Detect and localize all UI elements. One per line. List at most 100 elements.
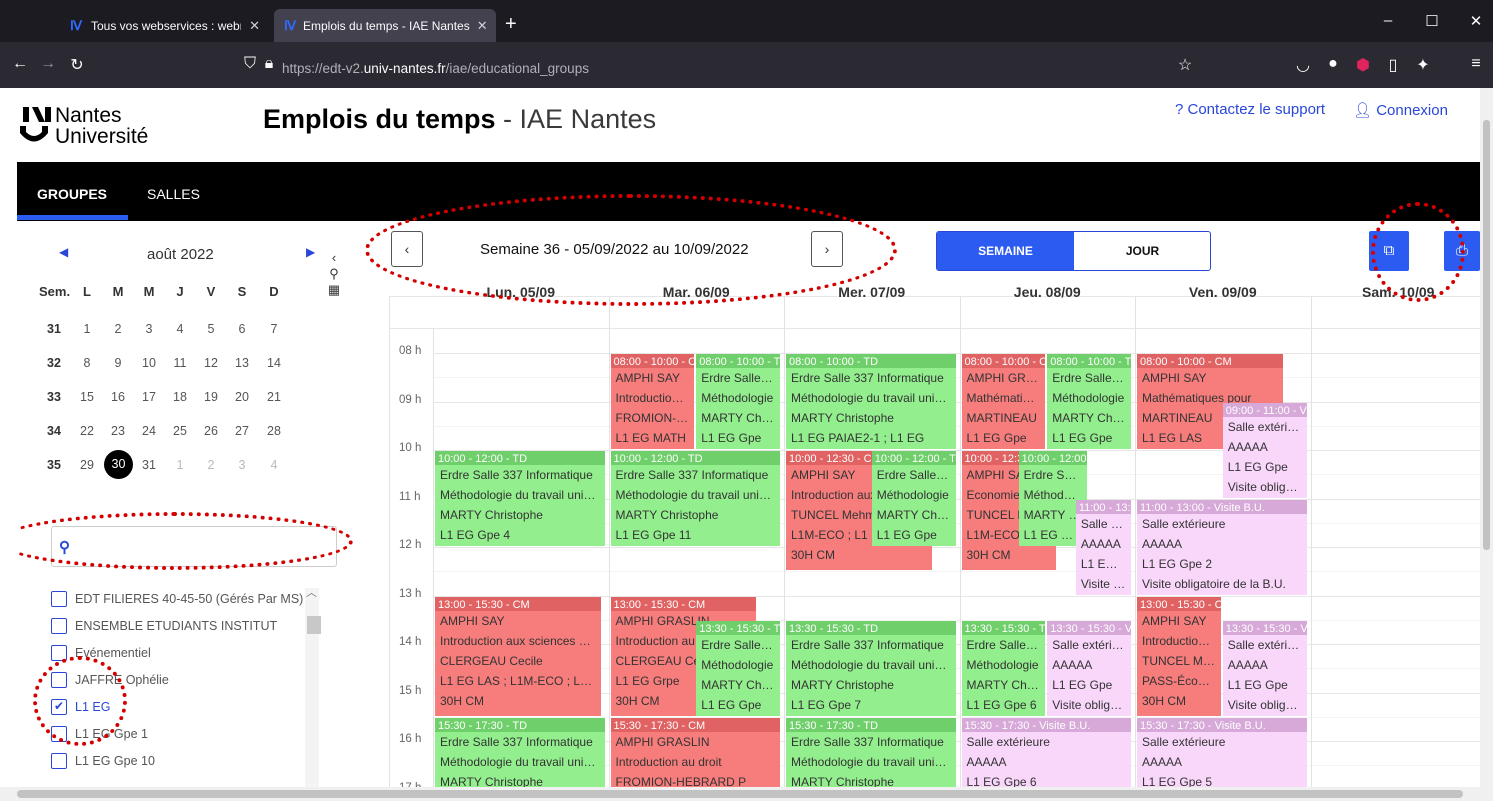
schedule-event[interactable]: 08:00 - 10:00 - TD Erdre Salle 337 Méthodo…	[1047, 354, 1131, 449]
calendar-day[interactable]: 4	[259, 458, 289, 472]
calendar-day[interactable]: 28	[259, 424, 289, 438]
page-vertical-scroll-thumb[interactable]	[1483, 120, 1490, 550]
schedule-event[interactable]: 15:30 - 17:30 - CM AMPHI GRASLIN Introduct…	[610, 717, 780, 787]
extension-icon[interactable]: ●	[1323, 55, 1343, 73]
schedule-event[interactable]: 08:00 - 10:00 - CM AMPHI GRASLIN Mathémati…	[961, 354, 1046, 449]
group-list-item[interactable]: ENSEMBLE ETUDIANTS INSTITUT	[51, 618, 277, 634]
calendar-day[interactable]: 20	[227, 390, 257, 404]
calendar-day[interactable]: 19	[196, 390, 226, 404]
calendar-day[interactable]: 9	[103, 356, 133, 370]
calendar-day[interactable]: 14	[259, 356, 289, 370]
calendar-day[interactable]: 7	[259, 322, 289, 336]
back-arrow-icon[interactable]: ←	[10, 55, 30, 73]
calendar-day[interactable]: 5	[196, 322, 226, 336]
calendar-day[interactable]: 16	[103, 390, 133, 404]
tab-salles[interactable]: SALLES	[147, 186, 200, 202]
calendar-day[interactable]: 13	[227, 356, 257, 370]
schedule-event[interactable]: 10:00 - 12:00 - TD Erdre Salle 337 Inform…	[435, 451, 605, 546]
schedule-event[interactable]: 13:30 - 15:30 - Visite B.U. Salle extérie…	[1047, 620, 1131, 716]
calendar-day[interactable]: 25	[165, 424, 195, 438]
calendar-prev-month-icon[interactable]: ◀	[59, 245, 68, 259]
checkbox[interactable]	[51, 591, 67, 607]
login-link[interactable]: 👤︎ Connexion	[1353, 101, 1448, 119]
calendar-day[interactable]: 12	[196, 356, 226, 370]
browser-tab-webservices[interactable]: Ⅳ Tous vos webservices : webmail ✕	[58, 9, 270, 42]
schedule-event[interactable]: 11:00 - 13:00 - Visite B.U. Salle extérie…	[1137, 499, 1307, 595]
minimize-window-icon[interactable]: –	[1378, 12, 1398, 29]
browser-tab-emplois[interactable]: Ⅳ Emplois du temps - IAE Nantes ✕	[274, 9, 496, 42]
chevron-left-icon[interactable]: ‹	[327, 250, 341, 266]
tab-groupes[interactable]: GROUPES	[37, 186, 107, 202]
pocket-icon[interactable]: ◡	[1293, 55, 1313, 75]
group-list-item[interactable]: L1 EG Gpe 10	[51, 753, 155, 769]
lock-icon[interactable]: 🔒︎	[259, 55, 279, 73]
calendar-day[interactable]: 24	[134, 424, 164, 438]
schedule-event[interactable]: 13:00 - 15:30 - CM AMPHI SAY Introduction …	[1137, 596, 1221, 716]
schedule-event[interactable]: 15:30 - 17:30 - Visite B.U. Salle extérie…	[1137, 717, 1307, 787]
view-day-button[interactable]: JOUR	[1074, 232, 1210, 270]
calendar-day[interactable]: 6	[227, 322, 257, 336]
close-window-icon[interactable]: ✕	[1466, 12, 1486, 30]
schedule-event[interactable]: 08:00 - 10:00 - TD Erdre Salle 337 Inform…	[786, 354, 956, 449]
calendar-day[interactable]: 1	[72, 322, 102, 336]
calendar-day[interactable]: 30	[104, 450, 133, 479]
reload-icon[interactable]: ↻	[67, 55, 87, 75]
calendar-day[interactable]: 11	[165, 356, 195, 370]
schedule-event[interactable]: 15:30 - 17:30 - TD Erdre Salle 337 Inform…	[786, 717, 956, 787]
schedule-event[interactable]: 09:00 - 11:00 - Visite B.U. Salle extérie…	[1222, 402, 1307, 498]
calendar-day[interactable]: 21	[259, 390, 289, 404]
url-text[interactable]: https://edt-v2.univ-nantes.fr/iae/educat…	[282, 61, 589, 76]
schedule-event[interactable]: 15:30 - 17:30 - TD Erdre Salle 337 Inform…	[435, 717, 605, 787]
calendar-day[interactable]: 27	[227, 424, 257, 438]
calendar-day[interactable]: 4	[165, 322, 195, 336]
schedule-event[interactable]: 13:30 - 15:30 - TD Erdre Salle 337 Méthodo…	[696, 620, 780, 716]
schedule-event[interactable]: 15:30 - 17:30 - Visite B.U. Salle extérie…	[961, 717, 1131, 787]
group-list-scroll-thumb[interactable]	[307, 616, 321, 634]
support-link[interactable]: ? Contactez le support	[1175, 101, 1325, 118]
calendar-day[interactable]: 2	[103, 322, 133, 336]
forward-arrow-icon[interactable]: →	[38, 55, 58, 73]
calendar-day[interactable]: 1	[165, 458, 195, 472]
schedule-event[interactable]: 13:00 - 15:30 - CM AMPHI SAY Introduction …	[435, 596, 602, 716]
calendar-day[interactable]: 26	[196, 424, 226, 438]
schedule-event[interactable]: 13:30 - 15:30 - TD Erdre Salle 337 Inform…	[786, 620, 956, 716]
schedule-event[interactable]: 10:00 - 12:00 - TD Erdre Salle 337 Inform…	[610, 451, 780, 546]
sidebar-collapse-controls[interactable]: ‹ ⚲ ▦	[327, 250, 341, 298]
schedule-event[interactable]: 08:00 - 10:00 - TD Erdre Salle 337 Méthodo…	[696, 354, 780, 449]
close-tab-icon[interactable]: ✕	[249, 18, 260, 34]
calendar-day[interactable]: 23	[103, 424, 133, 438]
ublock-icon[interactable]: ⬢	[1353, 55, 1373, 75]
view-week-button[interactable]: SEMAINE	[937, 232, 1074, 270]
calendar-day[interactable]: 8	[72, 356, 102, 370]
calendar-day[interactable]: 29	[72, 458, 102, 472]
calendar-day[interactable]: 17	[134, 390, 164, 404]
group-list-item[interactable]: EDT FILIERES 40-45-50 (Gérés Par MS)	[51, 591, 303, 607]
scroll-up-icon[interactable]: ︿	[306, 584, 317, 600]
page-horizontal-scroll-thumb[interactable]	[17, 790, 1463, 798]
schedule-event[interactable]: 13:30 - 15:30 - Visite B.U. Salle extérie…	[1222, 620, 1307, 716]
close-tab-icon[interactable]: ✕	[477, 18, 488, 34]
schedule-event[interactable]: 08:00 - 10:00 - CM AMPHI SAY Introduction …	[610, 354, 695, 449]
checkbox[interactable]	[51, 753, 67, 769]
sidebar-icon[interactable]: ▯	[1383, 55, 1403, 75]
schedule-event[interactable]: 10:00 - 12:00 - TD Erdre Salle 337 Méthodo…	[871, 451, 956, 546]
calendar-day[interactable]: 3	[134, 322, 164, 336]
account-icon[interactable]: ✦	[1413, 55, 1433, 75]
calendar-next-month-icon[interactable]: ▶	[306, 245, 315, 259]
checkbox[interactable]	[51, 618, 67, 634]
calendar-day[interactable]: 15	[72, 390, 102, 404]
calendar-day[interactable]: 2	[196, 458, 226, 472]
menu-icon[interactable]: ≡	[1466, 55, 1486, 73]
calendar-day[interactable]: 31	[134, 458, 164, 472]
shield-icon[interactable]: ⛉	[240, 55, 260, 73]
calendar-day[interactable]: 10	[134, 356, 164, 370]
calendar-icon[interactable]: ▦	[327, 282, 341, 298]
calendar-day[interactable]: 22	[72, 424, 102, 438]
calendar-day[interactable]: 18	[165, 390, 195, 404]
new-tab-button[interactable]: +	[505, 14, 517, 34]
schedule-event[interactable]: 11:00 - 13:00 - Visite B.U. Salle extérie…	[1075, 499, 1131, 595]
calendar-day[interactable]: 3	[227, 458, 257, 472]
schedule-event[interactable]: 13:30 - 15:30 - TD Erdre Salle 337 Méthodo…	[961, 620, 1046, 716]
star-icon[interactable]: ☆	[1175, 55, 1195, 75]
maximize-window-icon[interactable]: ☐	[1422, 12, 1442, 30]
